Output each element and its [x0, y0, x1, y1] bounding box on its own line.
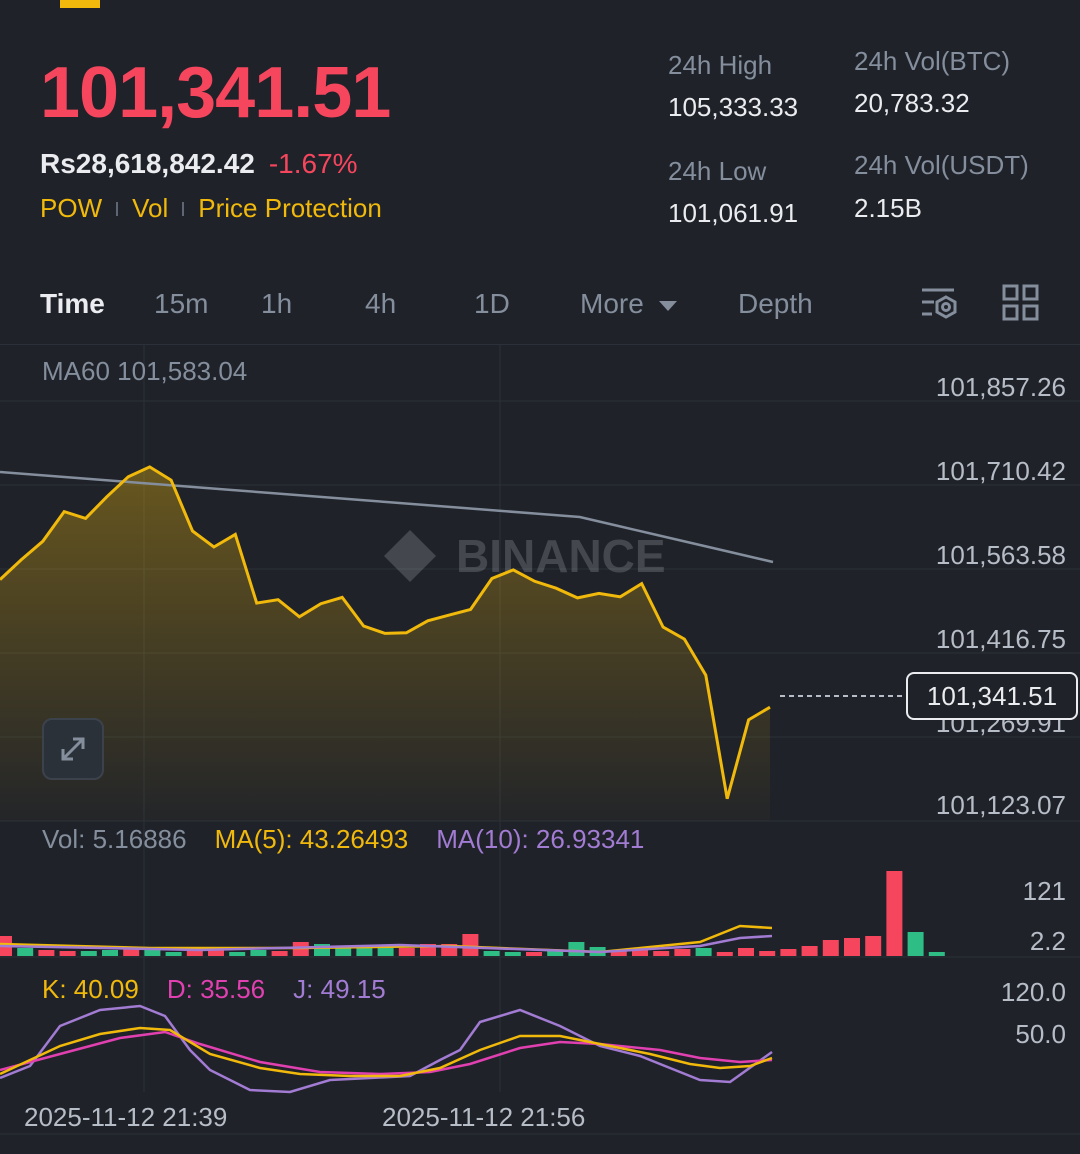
- volume-bar: [653, 951, 670, 956]
- volume-bar: [483, 951, 500, 956]
- volume-bar: [335, 948, 352, 956]
- y-axis-label: 101,416.75: [935, 624, 1066, 654]
- tab-more-label: More: [580, 288, 644, 319]
- tab-4h[interactable]: 4h: [365, 288, 396, 320]
- tag-separator: [182, 201, 185, 216]
- volume-bar: [674, 949, 691, 956]
- high-label: 24h High: [668, 50, 773, 80]
- ma60-label: MA60 101,583.04: [42, 356, 248, 386]
- tab-time[interactable]: Time: [40, 288, 105, 320]
- y-axis-label: 101,857.26: [935, 372, 1066, 402]
- time-axis-label: 2025-11-12 21:39: [24, 1102, 228, 1132]
- volume-bar: [716, 952, 733, 956]
- volume-bar: [865, 936, 882, 956]
- volume-bar: [844, 938, 860, 956]
- last-price: 101,341.51: [40, 53, 391, 133]
- vol-btc-label: 24h Vol(BTC): [854, 46, 1011, 76]
- volume-axis-label: 2.2: [1029, 926, 1066, 956]
- kdj-axis-label: 50.0: [1015, 1019, 1066, 1049]
- vol-usdt-value: 2.15B: [854, 193, 922, 223]
- volume-bar: [738, 948, 754, 956]
- volume-bar: [38, 950, 55, 956]
- tab-depth[interactable]: Depth: [738, 288, 813, 320]
- vol-usdt-label: 24h Vol(USDT): [854, 150, 1029, 180]
- volume-bar: [462, 934, 479, 956]
- price-area-fill: [0, 466, 770, 821]
- volume-bar: [377, 948, 394, 956]
- tab-1h[interactable]: 1h: [261, 288, 292, 320]
- change-percent: -1.67%: [268, 148, 358, 179]
- kdj-k-value: K: 40.09: [42, 974, 139, 1004]
- tag-separator: [116, 201, 119, 216]
- time-axis-label: 2025-11-12 21:56: [382, 1102, 586, 1132]
- tab-more[interactable]: More: [580, 288, 678, 320]
- volume-bar: [59, 951, 76, 956]
- volume-bar: [356, 948, 373, 956]
- volume-bar: [695, 948, 712, 956]
- price-sub-line: Rs28,618,842.42 -1.67%: [40, 148, 358, 180]
- volume-bar: [186, 951, 203, 956]
- kdj-k-line: [0, 1026, 773, 1078]
- kdj-axis-label: 120.0: [1000, 977, 1066, 1007]
- volume-bar: [928, 952, 945, 956]
- y-axis-label: 101,710.42: [935, 456, 1066, 486]
- kdj-d-value: D: 35.56: [166, 974, 266, 1004]
- volume-bar: [17, 948, 34, 956]
- kdj-d-line: [0, 1030, 773, 1076]
- volume-value: Vol: 5.16886: [42, 824, 187, 854]
- caret-down-icon: [658, 300, 677, 311]
- volume-bar: [886, 871, 903, 956]
- volume-bar: [250, 950, 267, 956]
- tag-price-protection[interactable]: Price Protection: [198, 193, 382, 224]
- volume-bar: [144, 950, 161, 956]
- low-label: 24h Low: [668, 156, 767, 186]
- tag-row: POW Vol Price Protection: [40, 193, 382, 224]
- chart-settings-icon[interactable]: [920, 284, 960, 329]
- volume-bar: [271, 951, 288, 956]
- interval-tabs: Time 15m 1h 4h 1D More Depth: [0, 280, 1080, 336]
- low-value: 101,061.91: [668, 198, 799, 228]
- volume-bar: [504, 952, 521, 956]
- current-price-tag: 101,341.51: [906, 672, 1078, 720]
- y-axis-label: 101,123.07: [935, 790, 1066, 820]
- tab-1d[interactable]: 1D: [474, 288, 510, 320]
- tab-15m[interactable]: 15m: [154, 288, 208, 320]
- watermark-text: BINANCE: [456, 530, 666, 582]
- binance-watermark: BINANCE: [384, 530, 666, 582]
- volume-bar: [907, 932, 924, 956]
- tag-vol[interactable]: Vol: [132, 193, 168, 224]
- volume-bar: [780, 949, 797, 956]
- y-axis-label: 101,563.58: [935, 540, 1066, 570]
- volume-bar: [526, 952, 542, 956]
- volume-bar: [759, 951, 776, 956]
- high-value: 105,333.33: [668, 92, 799, 122]
- fiat-price: Rs28,618,842.42: [40, 148, 255, 179]
- volume-bar: [80, 951, 97, 956]
- kdj-j-value: J: 49.15: [293, 974, 386, 1004]
- volume-bar: [398, 948, 415, 956]
- volume-bars: [0, 871, 945, 956]
- volume-bar: [165, 952, 182, 956]
- volume-ma5: MA(5): 43.26493: [214, 824, 409, 854]
- fullscreen-button[interactable]: [42, 718, 104, 780]
- volume-bar: [229, 952, 246, 956]
- volume-bar: [123, 949, 140, 956]
- kdj-legend: K: 40.09 D: 35.56 J: 49.15: [42, 974, 386, 1005]
- volume-axis-label: 121: [1022, 876, 1066, 906]
- price-chart[interactable]: BINANCE: [0, 345, 1080, 1135]
- volume-bar: [568, 942, 585, 956]
- volume-ma10: MA(10): 26.93341: [436, 824, 645, 854]
- grid-layout-icon[interactable]: [1002, 284, 1040, 327]
- active-tab-indicator: [60, 0, 100, 8]
- volume-bar: [822, 940, 839, 956]
- vol-btc-value: 20,783.32: [854, 88, 970, 118]
- volume-bar: [801, 946, 818, 956]
- volume-legend: Vol: 5.16886 MA(5): 43.26493 MA(10): 26.…: [42, 824, 644, 855]
- tag-pow[interactable]: POW: [40, 193, 102, 224]
- volume-bar: [102, 950, 118, 956]
- expand-icon: [61, 737, 85, 761]
